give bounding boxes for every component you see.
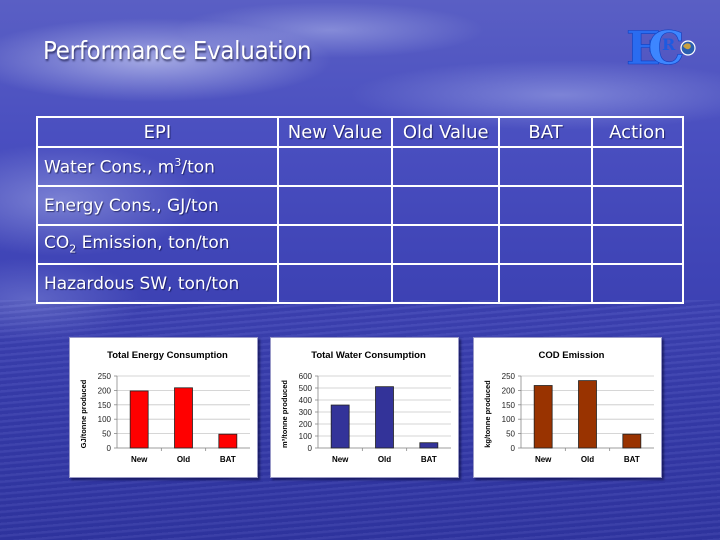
y-tick-label: 100: [502, 415, 516, 424]
chart-title: Total Water Consumption: [311, 350, 426, 361]
y-tick-label: 100: [98, 415, 112, 424]
table-header-row: EPI New Value Old Value BAT Action: [36, 116, 685, 148]
x-tick-label: Old: [581, 455, 594, 464]
table-row: Water Cons., m3/ton: [36, 146, 685, 187]
cell-new-value: [276, 146, 394, 187]
cell-bat: [498, 185, 593, 226]
energy-chart: Total Energy Consumption GJ/tonne produce…: [69, 337, 258, 478]
row-label-energy: Energy Cons., GJ/ton: [36, 185, 279, 226]
y-tick-label: 150: [502, 401, 516, 410]
row-label-co2: CO2 Emission, ton/ton: [36, 224, 279, 265]
cell-bat: [498, 263, 593, 304]
table-row: Hazardous SW, ton/ton: [36, 263, 685, 304]
y-tick-label: 100: [299, 432, 313, 441]
header-epi: EPI: [36, 116, 279, 148]
header-new-value: New Value: [276, 116, 394, 148]
bar-old: [375, 386, 394, 449]
chart-svg: Total Water Consumption m³/tonne produced…: [280, 350, 451, 464]
chart-svg: Total Energy Consumption GJ/tonne produce…: [79, 350, 250, 464]
bar-bat: [218, 433, 238, 449]
bar-new: [129, 390, 149, 449]
cell-new-value: [276, 263, 394, 304]
bar-bat: [419, 442, 439, 449]
chart-svg: COD Emission kg/tonne produced 0 50 100 150 20…: [483, 350, 654, 464]
y-tick-label: 0: [511, 444, 516, 453]
y-tick-label: 50: [506, 430, 515, 439]
cell-old-value: [391, 263, 501, 304]
chart-title: COD Emission: [539, 350, 605, 361]
y-tick-label: 250: [98, 372, 112, 381]
x-tick-label: Old: [177, 455, 190, 464]
y-tick-label: 600: [299, 372, 313, 381]
y-tick-label: 400: [299, 396, 313, 405]
bar-old: [174, 387, 193, 449]
x-tick-label: New: [535, 455, 552, 464]
y-tick-label: 50: [102, 430, 111, 439]
cell-new-value: [276, 185, 394, 226]
cell-action: [590, 185, 685, 226]
x-tick-label: BAT: [421, 455, 437, 464]
cod-chart: COD Emission kg/tonne produced 0 50 100 150 20…: [473, 337, 662, 478]
y-axis-label: kg/tonne produced: [483, 380, 492, 448]
x-tick-label: BAT: [624, 455, 640, 464]
header-bat: BAT: [498, 116, 593, 148]
table-row: CO2 Emission, ton/ton: [36, 224, 685, 265]
chart-title: Total Energy Consumption: [107, 350, 228, 361]
y-tick-label: 300: [299, 408, 313, 417]
cell-bat: [498, 146, 593, 187]
y-tick-label: 0: [107, 444, 112, 453]
header-old-value: Old Value: [391, 116, 501, 148]
bar-bat: [622, 433, 642, 449]
y-tick-label: 150: [98, 401, 112, 410]
header-action: Action: [590, 116, 685, 148]
bar-new: [330, 404, 350, 449]
cell-old-value: [391, 224, 501, 265]
cell-old-value: [391, 185, 501, 226]
y-tick-label: 200: [502, 386, 516, 395]
x-tick-label: New: [131, 455, 148, 464]
epi-table: EPI New Value Old Value BAT Action Water…: [36, 116, 685, 304]
row-label-hazardous: Hazardous SW, ton/ton: [36, 263, 279, 304]
x-tick-label: New: [332, 455, 349, 464]
table-row: Energy Cons., GJ/ton: [36, 185, 685, 226]
y-axis-label: m³/tonne produced: [280, 380, 289, 448]
cell-action: [590, 224, 685, 265]
y-axis-label: GJ/tonne produced: [79, 379, 88, 448]
y-tick-label: 200: [299, 420, 313, 429]
y-tick-label: 0: [308, 444, 313, 453]
water-chart: Total Water Consumption m³/tonne produced…: [270, 337, 459, 478]
x-tick-label: Old: [378, 455, 391, 464]
cell-new-value: [276, 224, 394, 265]
cell-old-value: [391, 146, 501, 187]
bar-new: [533, 385, 553, 449]
y-tick-label: 500: [299, 384, 313, 393]
bar-old: [578, 380, 597, 449]
x-tick-label: BAT: [220, 455, 236, 464]
y-tick-label: 250: [502, 372, 516, 381]
cell-action: [590, 263, 685, 304]
slide-title: Performance Evaluation: [43, 36, 312, 65]
y-tick-label: 200: [98, 386, 112, 395]
cell-bat: [498, 224, 593, 265]
erc-logo-icon: E C R: [626, 24, 696, 68]
row-label-water: Water Cons., m3/ton: [36, 146, 279, 187]
logo-letter-r: R: [662, 35, 676, 54]
cell-action: [590, 146, 685, 187]
